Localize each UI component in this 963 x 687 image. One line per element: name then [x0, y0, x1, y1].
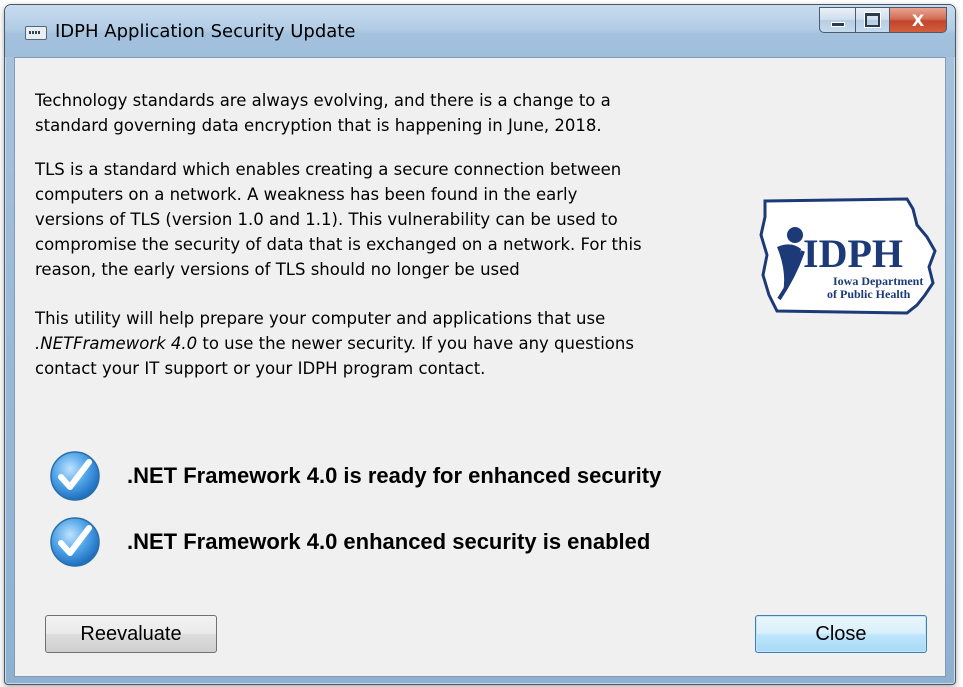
text-line: TLS is a standard which enables creating…: [35, 160, 622, 179]
caption-buttons: X: [819, 7, 947, 35]
utility-paragraph: This utility will help prepare your comp…: [35, 306, 634, 381]
text-line: versions of TLS (version 1.0 and 1.1). T…: [35, 210, 618, 229]
logo-subtext-2: of Public Health: [827, 287, 911, 301]
close-window-button[interactable]: X: [889, 7, 947, 33]
maximize-button[interactable]: [855, 7, 889, 33]
logo-main-text: IDPH: [803, 231, 903, 276]
text-line: reason, the early versions of TLS should…: [35, 260, 520, 279]
checkmark-icon: [50, 451, 100, 501]
app-icon: [25, 26, 47, 40]
tls-paragraph: TLS is a standard which enables creating…: [35, 157, 642, 282]
status-text: .NET Framework 4.0 is ready for enhanced…: [127, 463, 662, 488]
framework-name: .NETFramework 4.0: [35, 334, 198, 353]
text-line: compromise the security of data that is …: [35, 235, 642, 254]
intro-paragraph: Technology standards are always evolving…: [35, 88, 611, 138]
reevaluate-button[interactable]: Reevaluate: [45, 615, 217, 653]
close-icon: X: [911, 10, 925, 30]
status-text: .NET Framework 4.0 enhanced security is …: [127, 529, 651, 554]
app-window: IDPH Application Security Update X Techn…: [4, 4, 956, 685]
text-line: This utility will help prepare your comp…: [35, 309, 606, 328]
maximize-icon: [864, 12, 881, 28]
window-title: IDPH Application Security Update: [55, 21, 356, 42]
title-bar[interactable]: IDPH Application Security Update X: [5, 5, 955, 57]
text-line: standard governing data encryption that …: [35, 116, 602, 135]
text-line: contact your IT support or your IDPH pro…: [35, 359, 486, 378]
status-row-ready: .NET Framework 4.0 is ready for enhanced…: [49, 450, 661, 502]
logo-subtext-1: Iowa Department: [833, 274, 923, 288]
idph-logo: IDPH Iowa Department of Public Health: [759, 197, 937, 315]
minimize-button[interactable]: [819, 7, 855, 33]
status-row-enabled: .NET Framework 4.0 enhanced security is …: [49, 516, 650, 568]
dialog-body: Technology standards are always evolving…: [14, 57, 946, 677]
text-line: computers on a network. A weakness has b…: [35, 185, 578, 204]
text-line: Technology standards are always evolving…: [35, 91, 611, 110]
text-line: to use the newer security. If you have a…: [197, 334, 634, 353]
checkmark-icon: [50, 517, 100, 567]
close-button[interactable]: Close: [755, 615, 927, 653]
minimize-icon: [830, 21, 845, 27]
